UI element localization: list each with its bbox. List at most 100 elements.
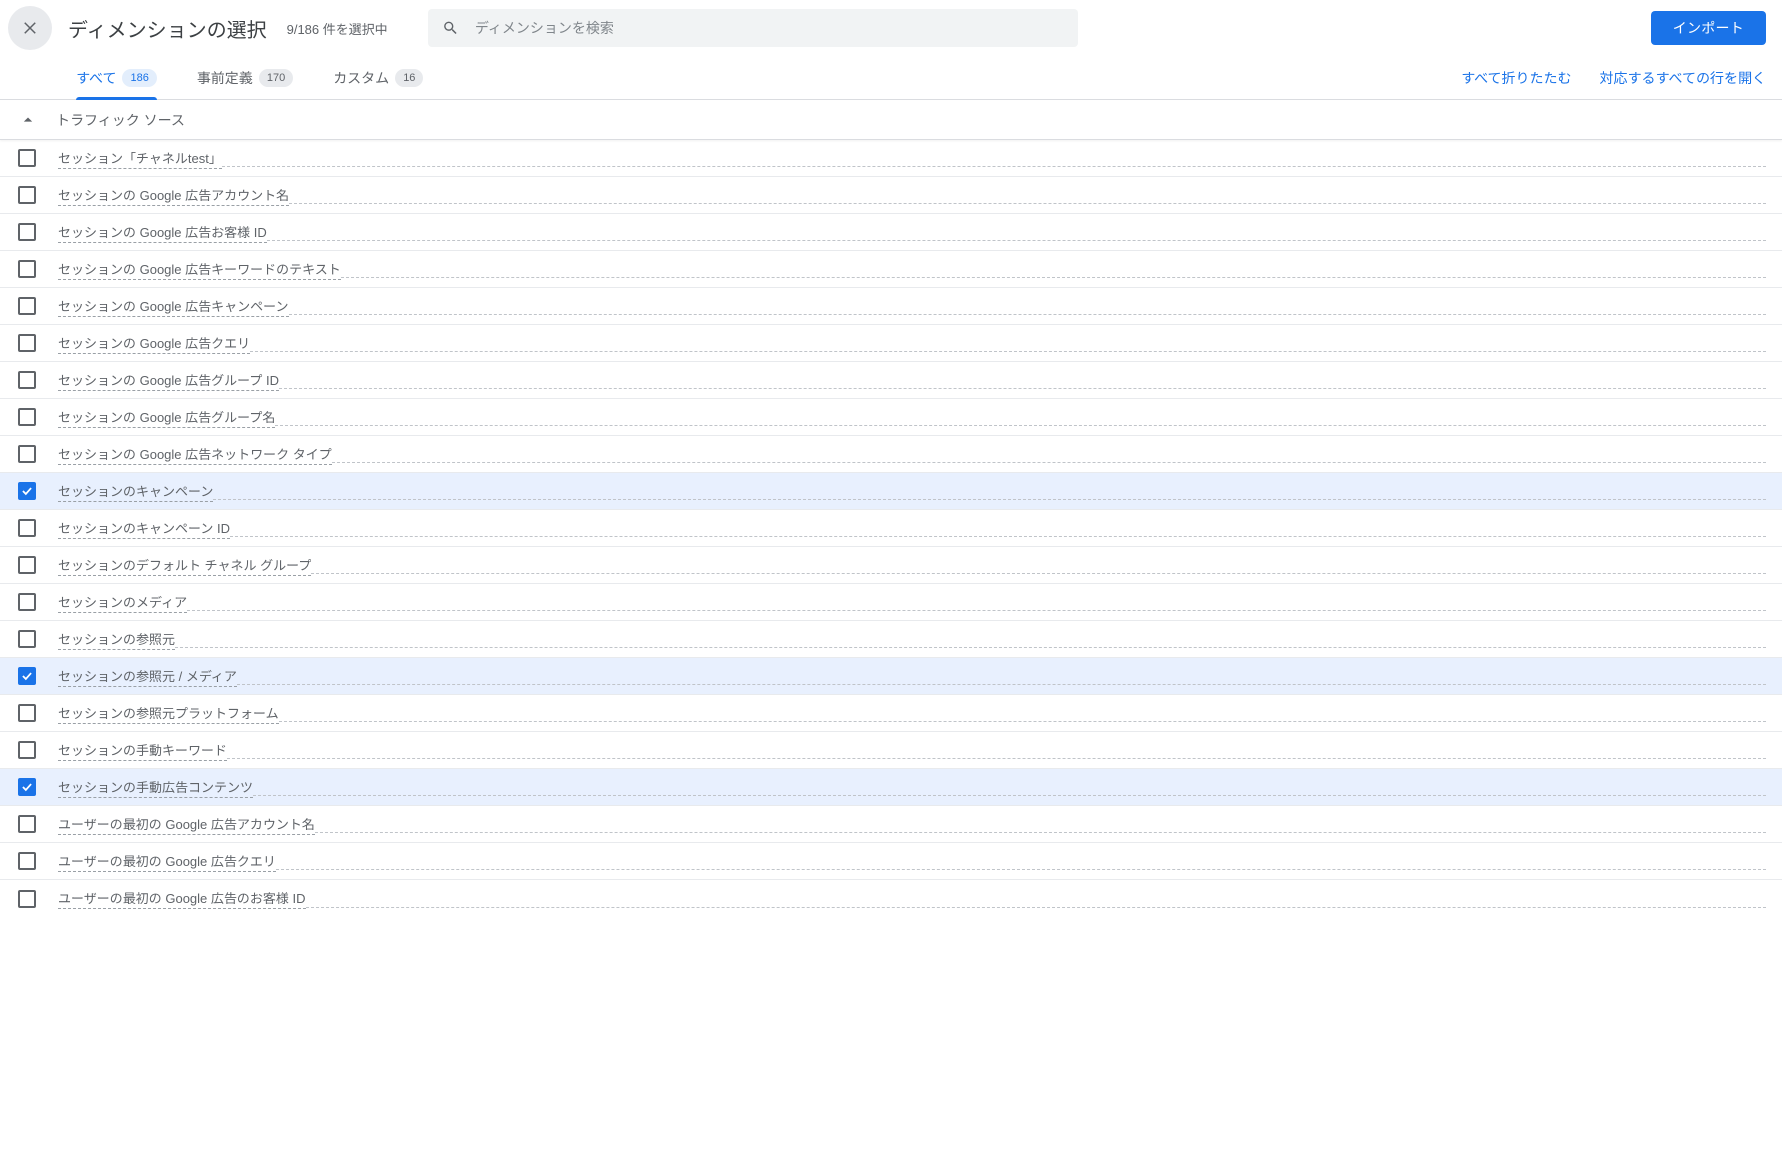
checkbox[interactable]	[18, 297, 36, 315]
list-item-label: セッションの参照元プラットフォーム	[58, 703, 279, 724]
list-item[interactable]: セッションの Google 広告お客様 ID	[0, 214, 1782, 251]
row-fill	[175, 647, 1766, 648]
tab-count-chip: 16	[395, 69, 423, 87]
row-fill	[315, 832, 1766, 833]
list-item[interactable]: セッションの手動キーワード	[0, 732, 1782, 769]
list-item[interactable]: セッションの参照元	[0, 621, 1782, 658]
checkbox[interactable]	[18, 149, 36, 167]
chevron-up-icon	[18, 110, 38, 130]
row-fill	[311, 573, 1766, 574]
group-header[interactable]: トラフィック ソース	[0, 100, 1782, 140]
row-fill	[306, 907, 1767, 908]
tab-2[interactable]: カスタム 16	[333, 56, 423, 99]
collapse-all-link[interactable]: すべて折りたたむ	[1461, 68, 1571, 88]
checkbox[interactable]	[18, 445, 36, 463]
row-fill	[289, 203, 1766, 204]
dialog-header: ディメンションの選択 9/186 件を選択中 インポート	[0, 0, 1782, 56]
tabs-row: すべて 186 事前定義 170 カスタム 16 すべて折りたたむ 対応するすべての行を開…	[0, 56, 1782, 100]
expand-matching-link[interactable]: 対応するすべての行を開く	[1600, 68, 1766, 88]
dialog-title: ディメンションの選択	[68, 14, 267, 43]
tab-label: すべて	[76, 68, 116, 88]
list-item[interactable]: セッションのキャンペーン	[0, 473, 1782, 510]
list-item-label: セッションの参照元 / メディア	[58, 666, 237, 687]
list-item[interactable]: ユーザーの最初の Google 広告クエリ	[0, 843, 1782, 880]
list-item-label: セッションのデフォルト チャネル グループ	[58, 555, 311, 576]
list-item[interactable]: セッションの Google 広告キーワードのテキスト	[0, 251, 1782, 288]
row-fill	[222, 166, 1766, 167]
list-item[interactable]: セッション「チャネルtest」	[0, 140, 1782, 177]
row-fill	[276, 869, 1766, 870]
list-item-label: セッションの手動広告コンテンツ	[58, 777, 253, 798]
search-input[interactable]	[473, 19, 1064, 37]
list-item[interactable]: セッションの Google 広告アカウント名	[0, 177, 1782, 214]
list-item-label: セッションのメディア	[58, 592, 187, 613]
checkbox[interactable]	[18, 667, 36, 685]
list-item[interactable]: セッションのメディア	[0, 584, 1782, 621]
list-item-label: セッション「チャネルtest」	[58, 148, 222, 169]
check-icon	[20, 484, 34, 498]
checkbox[interactable]	[18, 741, 36, 759]
dimension-list: セッション「チャネルtest」セッションの Google 広告アカウント名セッシ…	[0, 140, 1782, 917]
list-item-label: セッションの Google 広告グループ名	[58, 407, 275, 428]
search-field[interactable]	[428, 9, 1078, 47]
row-fill	[332, 462, 1766, 463]
checkbox[interactable]	[18, 186, 36, 204]
list-item-label: ユーザーの最初の Google 広告のお客様 ID	[58, 888, 306, 909]
checkbox[interactable]	[18, 630, 36, 648]
tab-count-chip: 170	[259, 69, 293, 87]
checkbox[interactable]	[18, 482, 36, 500]
list-item-label: セッションの Google 広告キャンペーン	[58, 296, 289, 317]
row-fill	[279, 721, 1766, 722]
list-item[interactable]: セッションの Google 広告グループ ID	[0, 362, 1782, 399]
checkbox[interactable]	[18, 519, 36, 537]
list-item-label: セッションの参照元	[58, 629, 175, 650]
row-fill	[267, 240, 1766, 241]
checkbox[interactable]	[18, 815, 36, 833]
row-fill	[275, 425, 1766, 426]
list-item-label: セッションの手動キーワード	[58, 740, 227, 761]
list-item[interactable]: ユーザーの最初の Google 広告アカウント名	[0, 806, 1782, 843]
checkbox[interactable]	[18, 371, 36, 389]
list-item-label: セッションの Google 広告ネットワーク タイプ	[58, 444, 332, 465]
tab-label: 事前定義	[197, 68, 253, 88]
selection-count: 9/186 件を選択中	[287, 19, 388, 38]
tab-1[interactable]: 事前定義 170	[197, 56, 293, 99]
list-item-label: セッションの Google 広告キーワードのテキスト	[58, 259, 341, 280]
tab-count-chip: 186	[122, 69, 156, 87]
checkbox[interactable]	[18, 778, 36, 796]
list-item-label: セッションの Google 広告クエリ	[58, 333, 250, 354]
check-icon	[20, 669, 34, 683]
list-item[interactable]: セッションの参照元プラットフォーム	[0, 695, 1782, 732]
list-item-label: ユーザーの最初の Google 広告クエリ	[58, 851, 276, 872]
checkbox[interactable]	[18, 408, 36, 426]
row-fill	[250, 351, 1766, 352]
list-item-label: セッションの Google 広告グループ ID	[58, 370, 279, 391]
list-item[interactable]: セッションのキャンペーン ID	[0, 510, 1782, 547]
checkbox[interactable]	[18, 223, 36, 241]
checkbox[interactable]	[18, 260, 36, 278]
row-fill	[230, 536, 1766, 537]
search-icon	[442, 19, 459, 37]
checkbox[interactable]	[18, 556, 36, 574]
list-item[interactable]: セッションの手動広告コンテンツ	[0, 769, 1782, 806]
import-button[interactable]: インポート	[1651, 11, 1766, 45]
row-fill	[279, 388, 1766, 389]
list-item[interactable]: セッションのデフォルト チャネル グループ	[0, 547, 1782, 584]
check-icon	[20, 780, 34, 794]
tab-0[interactable]: すべて 186	[76, 56, 157, 99]
checkbox[interactable]	[18, 704, 36, 722]
list-item[interactable]: セッションの Google 広告クエリ	[0, 325, 1782, 362]
list-item[interactable]: セッションの参照元 / メディア	[0, 658, 1782, 695]
tab-label: カスタム	[333, 68, 389, 88]
list-item[interactable]: セッションの Google 広告キャンペーン	[0, 288, 1782, 325]
list-item[interactable]: セッションの Google 広告ネットワーク タイプ	[0, 436, 1782, 473]
row-fill	[253, 795, 1766, 796]
close-button[interactable]	[8, 6, 52, 50]
list-item[interactable]: ユーザーの最初の Google 広告のお客様 ID	[0, 880, 1782, 917]
row-fill	[341, 277, 1766, 278]
checkbox[interactable]	[18, 852, 36, 870]
checkbox[interactable]	[18, 593, 36, 611]
checkbox[interactable]	[18, 890, 36, 908]
checkbox[interactable]	[18, 334, 36, 352]
list-item[interactable]: セッションの Google 広告グループ名	[0, 399, 1782, 436]
